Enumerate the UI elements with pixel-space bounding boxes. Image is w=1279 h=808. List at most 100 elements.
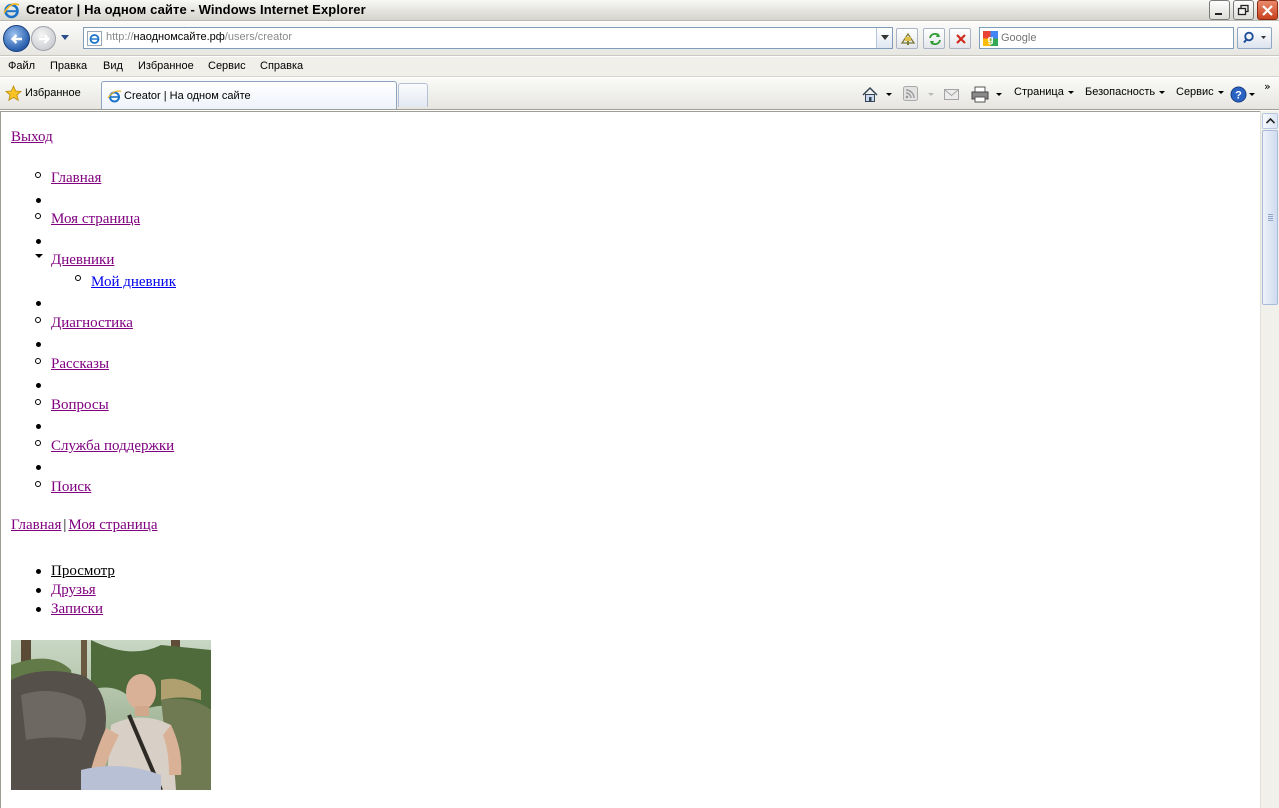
tab-title: Creator | На одном сайте [124, 90, 251, 102]
search-button[interactable] [1237, 27, 1272, 49]
print-button[interactable] [971, 86, 1003, 104]
page-content: Выход Главная Моя страница Дневники Мой … [0, 111, 1260, 808]
profile-tab-notes[interactable]: Записки [51, 601, 103, 618]
nav-link-search[interactable]: Поиск [51, 479, 91, 496]
close-window-button[interactable] [1257, 0, 1278, 20]
list-bullet [36, 607, 41, 612]
logout-link[interactable]: Выход [11, 129, 53, 146]
list-bullet [35, 358, 41, 364]
tools-menu-button[interactable]: Сервис [1176, 86, 1224, 104]
printer-icon [971, 86, 989, 103]
list-bullet [35, 481, 41, 487]
chevron-down-icon [1159, 90, 1166, 94]
minimize-icon [1215, 13, 1222, 15]
safety-menu-label: Безопасность [1085, 86, 1156, 98]
refresh-button[interactable] [923, 28, 945, 49]
recent-pages-dropdown-icon[interactable] [60, 34, 70, 42]
home-button[interactable] [861, 86, 893, 104]
nav-link-diaries[interactable]: Дневники [51, 252, 114, 269]
url-host: наодномсайте.рф [133, 31, 225, 43]
nav-link-questions[interactable]: Вопросы [51, 397, 109, 414]
google-logo-icon: g [983, 31, 998, 46]
menu-bar: Файл Правка Вид Избранное Сервис Справка [0, 57, 1279, 77]
menu-tools[interactable]: Сервис [208, 60, 246, 72]
refresh-icon [929, 33, 941, 45]
feeds-button[interactable] [903, 86, 935, 104]
address-dropdown-button[interactable] [876, 28, 892, 48]
mail-icon [944, 89, 959, 100]
tools-menu-label: Сервис [1176, 86, 1214, 98]
chevron-up-icon [1266, 118, 1275, 124]
list-bullet [36, 198, 41, 203]
chevron-down-icon [886, 93, 892, 96]
profile-tab-view[interactable]: Просмотр [51, 563, 115, 580]
nav-link-stories[interactable]: Рассказы [51, 356, 109, 373]
stop-button[interactable] [949, 28, 971, 49]
scroll-up-button[interactable] [1262, 113, 1278, 129]
avatar[interactable] [11, 640, 211, 790]
chevron-down-icon [928, 93, 934, 96]
expanded-bullet [35, 254, 43, 258]
title-bar: Creator | На одном сайте - Windows Inter… [0, 0, 1279, 21]
list-bullet [36, 588, 41, 593]
new-tab-button[interactable] [398, 83, 428, 107]
page-ie-icon [107, 90, 122, 103]
profile-tab-friends[interactable]: Друзья [51, 582, 96, 599]
chevron-down-icon [996, 93, 1002, 96]
nav-link-diagnostics[interactable]: Диагностика [51, 315, 133, 332]
page-menu-label: Страница [1014, 86, 1064, 98]
close-icon [1262, 5, 1273, 16]
rss-feed-icon [903, 86, 918, 101]
home-icon [862, 86, 878, 102]
arrow-left-icon [10, 34, 22, 44]
address-field[interactable]: http://наодномсайте.рф/users/creator [83, 27, 893, 49]
list-bullet [36, 569, 41, 574]
url-prefix: http:// [106, 31, 134, 43]
tab-creator[interactable]: Creator | На одном сайте [101, 81, 397, 109]
search-field[interactable]: g [979, 27, 1234, 49]
forward-button[interactable] [31, 26, 56, 51]
safety-menu-button[interactable]: Безопасность [1085, 86, 1166, 104]
breadcrumb-my-page-link[interactable]: Моя страница [68, 517, 157, 533]
star-icon [5, 85, 22, 102]
grip-icon [1268, 214, 1273, 222]
url-path: /users/creator [224, 31, 293, 43]
minimize-button[interactable] [1209, 0, 1230, 20]
window-title: Creator | На одном сайте - Windows Inter… [26, 2, 366, 17]
nav-link-my-page[interactable]: Моя страница [51, 211, 140, 228]
menu-help[interactable]: Справка [260, 60, 303, 72]
list-bullet [36, 342, 41, 347]
tab-bar: Избранное Creator | На одном сайте Стран… [0, 78, 1279, 110]
search-input[interactable] [1001, 30, 1229, 46]
list-bullet [36, 383, 41, 388]
compatibility-view-button[interactable] [896, 28, 918, 49]
list-bullet [36, 465, 41, 470]
list-bullet [36, 424, 41, 429]
page-menu-button[interactable]: Страница [1014, 86, 1074, 104]
breadcrumb: Главная | Моя страница [11, 517, 158, 534]
stop-icon [956, 34, 966, 44]
toolbar-overflow-chevron[interactable]: » [1264, 80, 1271, 93]
nav-link-my-diary[interactable]: Мой дневник [91, 274, 176, 291]
list-bullet [35, 440, 41, 446]
nav-link-home[interactable]: Главная [51, 170, 101, 187]
restore-icon [1237, 4, 1249, 16]
menu-view[interactable]: Вид [103, 60, 123, 72]
help-button[interactable]: ? [1230, 86, 1256, 104]
chevron-down-icon [1249, 93, 1255, 96]
scrollbar-thumb[interactable] [1262, 130, 1278, 305]
nav-link-support[interactable]: Служба поддержки [51, 438, 174, 455]
menu-file[interactable]: Файл [8, 60, 35, 72]
chevron-down-icon [1217, 90, 1224, 94]
chevron-down-icon [1067, 90, 1074, 94]
breadcrumb-home-link[interactable]: Главная [11, 517, 61, 533]
vertical-scrollbar[interactable] [1260, 111, 1279, 808]
menu-favorites[interactable]: Избранное [138, 60, 194, 72]
list-bullet [36, 239, 41, 244]
back-button[interactable] [3, 25, 30, 52]
restore-button[interactable] [1233, 0, 1254, 20]
menu-edit[interactable]: Правка [50, 60, 87, 72]
read-mail-button[interactable] [944, 86, 962, 104]
compatibility-view-icon [900, 32, 916, 45]
ie-logo-icon [3, 3, 20, 19]
